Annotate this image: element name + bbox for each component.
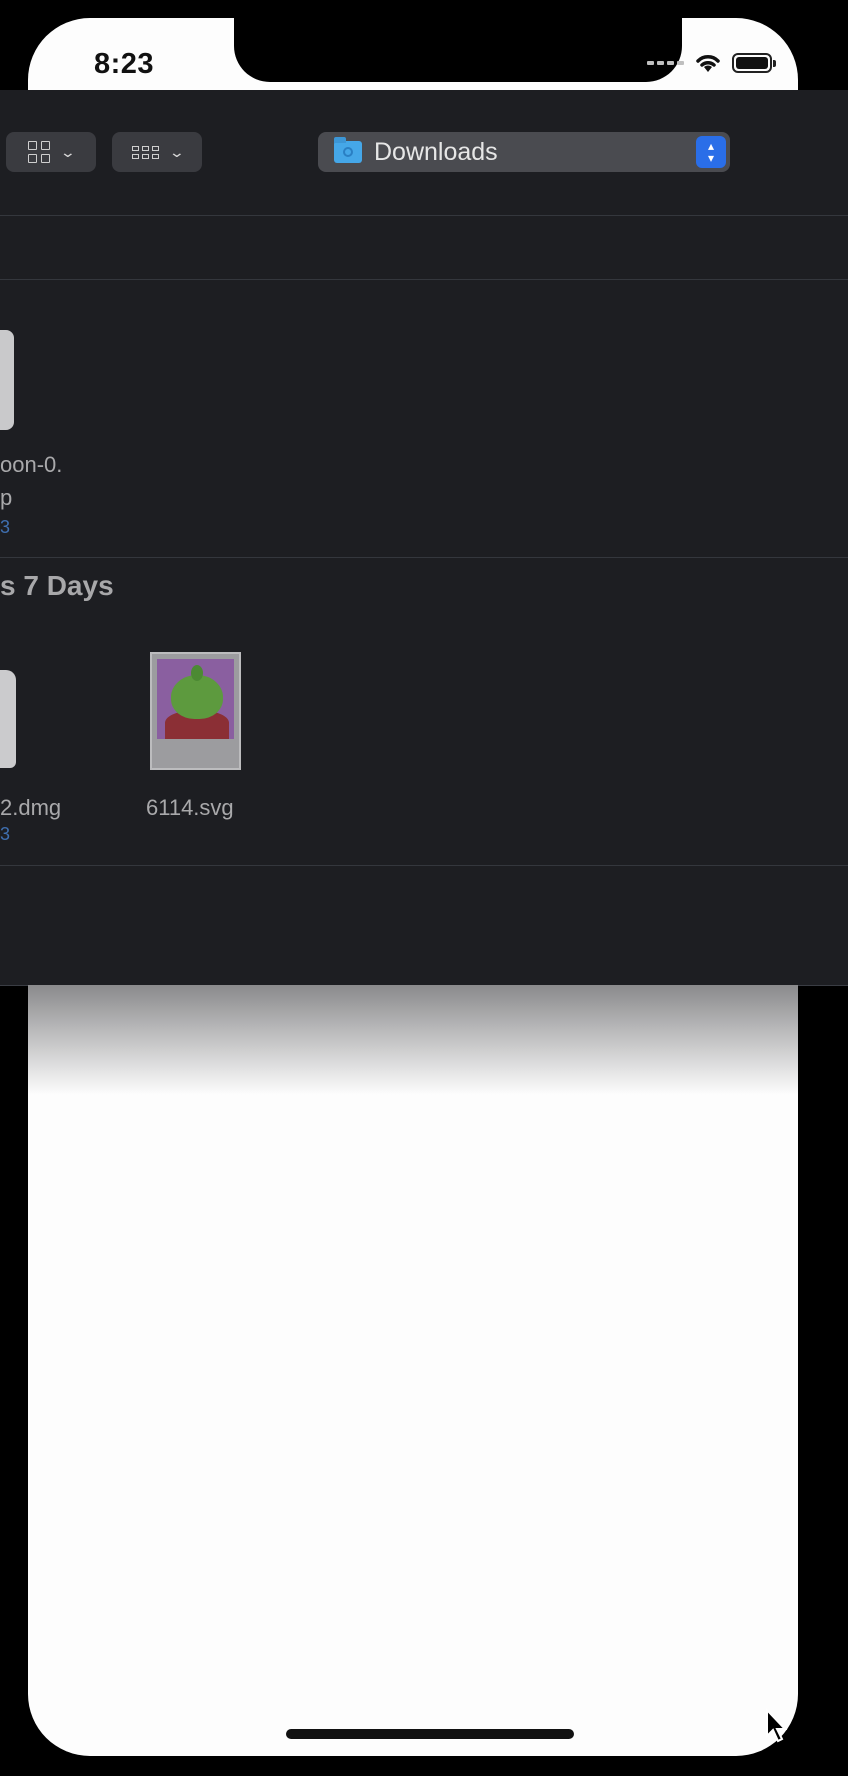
chevron-down-icon: ⌄ xyxy=(59,143,77,160)
home-indicator[interactable] xyxy=(286,1729,574,1739)
gallery-view-icon xyxy=(131,145,159,159)
svg-thumbnail[interactable] xyxy=(150,652,241,770)
cursor-icon xyxy=(766,1708,788,1743)
file-name[interactable]: oon-0. xyxy=(0,452,62,478)
gallery-view-button[interactable]: ⌄ xyxy=(112,132,202,172)
file-name[interactable]: p xyxy=(0,485,12,511)
icon-view-button[interactable]: ⌄ xyxy=(6,132,96,172)
status-icons xyxy=(647,52,776,74)
file-name[interactable]: 6114.svg xyxy=(146,795,234,821)
svg-thumbnail-image xyxy=(157,659,234,739)
file-size: 3 xyxy=(0,517,11,537)
divider xyxy=(0,215,848,216)
divider xyxy=(0,279,848,280)
status-time: 8:23 xyxy=(94,48,155,80)
battery-icon xyxy=(732,53,776,73)
chevron-down-icon: ⌄ xyxy=(168,143,185,160)
section-title: s 7 Days xyxy=(0,570,114,601)
shadow-gradient xyxy=(28,985,798,1095)
file-icon[interactable] xyxy=(0,330,14,430)
file-size: 3 xyxy=(0,824,11,844)
file-icon[interactable] xyxy=(0,670,16,768)
location-label: Downloads xyxy=(374,137,498,166)
finder-window xyxy=(0,90,848,986)
file-name[interactable]: 2.dmg xyxy=(0,795,61,821)
popup-stepper-icon[interactable]: ▴ ▾ xyxy=(696,136,726,168)
wifi-icon xyxy=(696,55,720,72)
location-popup[interactable]: Downloads ▴ ▾ xyxy=(318,132,730,172)
signal-icon xyxy=(647,61,684,65)
folder-icon xyxy=(334,137,362,163)
icon-view-grid xyxy=(28,141,51,163)
notch xyxy=(234,18,682,82)
divider xyxy=(0,865,848,866)
divider xyxy=(0,557,848,558)
